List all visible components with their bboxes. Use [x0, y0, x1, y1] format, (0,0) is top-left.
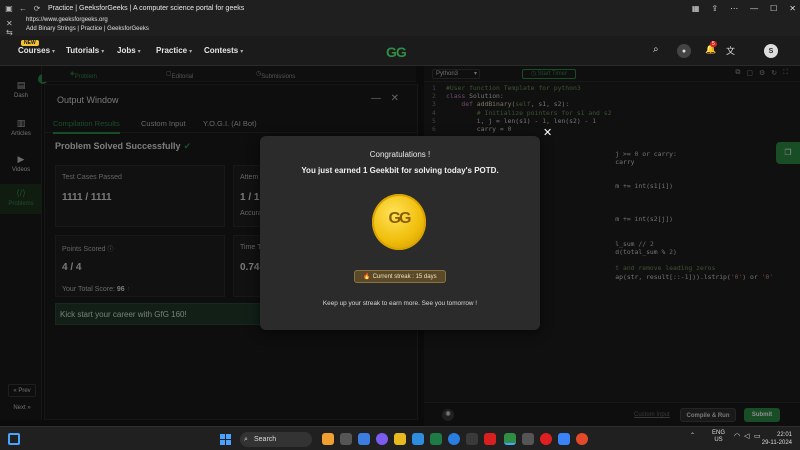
search-icon: ⌕ [244, 436, 248, 443]
notification-count: 5 [710, 41, 717, 47]
back-icon[interactable]: ← [18, 3, 28, 13]
streak-badge: 🔥 Current streak : 15 days [354, 270, 446, 283]
translate-icon[interactable]: ⽂ [726, 44, 735, 57]
widgets-icon[interactable] [8, 433, 20, 445]
url-text[interactable]: https://www.geeksforgeeks.org [26, 17, 108, 23]
browser-title: Practice | GeeksforGeeks | A computer sc… [48, 4, 245, 12]
gfg-logo[interactable]: GG [386, 44, 407, 60]
chevron-down-icon: ▾ [189, 49, 193, 55]
nav-contests[interactable]: Contests ▾ [204, 46, 243, 55]
chat-app-icon[interactable] [376, 433, 388, 445]
wifi-icon[interactable]: ◠ [734, 432, 740, 440]
menu-icon[interactable]: ⋯ [730, 4, 738, 13]
taskbar-search[interactable]: ⌕ Search [240, 432, 312, 447]
file-explorer-icon[interactable] [394, 433, 406, 445]
share-icon[interactable]: ⇪ [711, 4, 718, 13]
gfg-app-icon[interactable] [504, 433, 516, 445]
modal-title: Congratulations ! [369, 150, 431, 159]
app-icon: ▣ [5, 3, 13, 13]
excel-icon[interactable] [430, 433, 442, 445]
modal-footer: Keep up your streak to earn more. See yo… [322, 300, 478, 307]
app-icon[interactable] [522, 433, 534, 445]
edge-browser-icon[interactable] [448, 433, 460, 445]
close-modal-icon[interactable]: ✕ [543, 126, 552, 139]
reload-icon[interactable]: ⟳ [32, 3, 42, 13]
site-nav: NEW Courses ▾ Tutorials ▾ Jobs ▾ Practice ▾ … [0, 36, 800, 66]
flame-icon: 🔥 [363, 274, 371, 280]
edge-icon[interactable] [358, 433, 370, 445]
chevron-down-icon: ▾ [240, 49, 244, 55]
app-icon[interactable] [540, 433, 552, 445]
nav-practice[interactable]: Practice ▾ [156, 46, 192, 55]
modal-message: You just earned 1 Geekbit for solving to… [301, 166, 499, 175]
page-subtitle: Add Binary Strings | Practice | Geeksfor… [26, 26, 149, 32]
browser-titlebar: ▣ ← ⟳ Practice | GeeksforGeeks | A compu… [0, 0, 800, 16]
volume-icon[interactable]: ◁ [744, 432, 749, 440]
address-bar[interactable]: ✕ ⇆ https://www.geeksforgeeks.org Add Bin… [0, 16, 800, 37]
extensions-icon[interactable]: ▦ [692, 4, 700, 13]
close-window-icon[interactable]: ✕ [789, 4, 796, 13]
windows-start-icon[interactable] [220, 434, 231, 445]
avatar[interactable]: S [764, 44, 778, 58]
nav-jobs[interactable]: Jobs ▾ [117, 46, 141, 55]
clock[interactable]: 22:01 29-11-2024 [762, 431, 792, 447]
taskbar: ⌕ Search ⌃ ENG US ◠ ◁ ▭ 22:01 29-11-2024 [0, 426, 800, 450]
app-icon[interactable] [558, 433, 570, 445]
battery-icon[interactable]: ▭ [754, 432, 761, 440]
theme-toggle-icon[interactable]: ● [677, 44, 691, 58]
site-info-icon[interactable]: ✕ ⇆ [6, 19, 13, 37]
chevron-down-icon: ▾ [101, 49, 105, 55]
maximize-icon[interactable]: ☐ [770, 4, 777, 13]
minimize-icon[interactable]: — [750, 4, 758, 13]
nav-tutorials[interactable]: Tutorials ▾ [66, 46, 104, 55]
chrome-icon[interactable] [576, 433, 588, 445]
tray-chevron-icon[interactable]: ⌃ [690, 432, 695, 439]
chevron-down-icon: ▾ [137, 49, 141, 55]
store-icon[interactable] [412, 433, 424, 445]
search-icon[interactable]: ⌕ [653, 44, 659, 55]
app-icon[interactable] [322, 433, 334, 445]
netflix-icon[interactable] [484, 433, 496, 445]
chevron-down-icon: ▾ [52, 49, 56, 55]
geekbit-coin-icon: GG [372, 194, 426, 250]
app-icon[interactable] [466, 433, 478, 445]
congrats-modal: Congratulations ! You just earned 1 Geek… [260, 136, 540, 330]
nav-courses[interactable]: Courses ▾ [18, 46, 55, 55]
task-view-icon[interactable] [340, 433, 352, 445]
language-indicator[interactable]: ENG US [712, 430, 725, 444]
